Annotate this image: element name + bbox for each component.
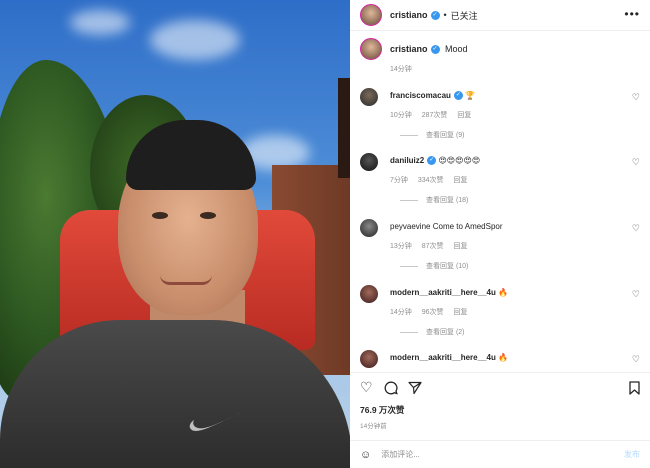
comment-username[interactable]: franciscomacau xyxy=(390,91,451,100)
comment-line: daniluiz2 ✓ 😍😍😍😍😍 xyxy=(390,156,481,166)
heart-icon[interactable]: ♡ xyxy=(632,289,640,300)
follow-status[interactable]: 已关注 xyxy=(451,9,478,22)
avatar[interactable] xyxy=(360,350,378,368)
view-replies-button[interactable]: 查看回复 (18) xyxy=(400,195,468,205)
caption-text: cristiano ✓ Mood xyxy=(390,38,468,60)
post-image[interactable] xyxy=(0,0,350,468)
post-header: cristiano ✓ • 已关注 ••• xyxy=(350,0,650,31)
verified-badge-icon: ✓ xyxy=(430,10,440,20)
comment-username[interactable]: peyvaevine xyxy=(390,222,430,231)
avatar[interactable] xyxy=(360,4,382,26)
separator-dot: • xyxy=(443,10,447,20)
cloud xyxy=(150,20,240,60)
add-comment-bar: ☺ 添加评论... 发布 xyxy=(350,440,650,468)
caption-time: 14分钟 xyxy=(390,66,412,73)
comment-likes[interactable]: 87次赞 xyxy=(422,243,444,250)
share-icon[interactable] xyxy=(408,381,422,395)
heart-icon[interactable]: ♡ xyxy=(632,157,640,168)
divider-line xyxy=(400,134,418,136)
comment-line: peyvaevine Come to AmedSpor xyxy=(390,222,503,231)
header-username[interactable]: cristiano xyxy=(390,10,428,20)
post-button[interactable]: 发布 xyxy=(624,449,640,460)
comment-input[interactable]: 添加评论... xyxy=(381,449,624,460)
comment-text: 🔥 xyxy=(498,288,509,297)
house-edge xyxy=(338,78,350,178)
caption-body: Mood xyxy=(445,44,468,54)
avatar[interactable] xyxy=(360,88,378,106)
verified-badge-icon: ✓ xyxy=(430,45,440,55)
comment: daniluiz2 ✓ 😍😍😍😍😍 ♡ 7分钟 334次赞 回复 查看回复 (18… xyxy=(360,153,645,213)
mouth xyxy=(160,275,212,285)
divider-line xyxy=(400,199,418,201)
comment-meta: 7分钟 334次赞 回复 xyxy=(390,175,476,185)
caption-username[interactable]: cristiano xyxy=(390,44,428,54)
cloud xyxy=(70,10,130,35)
avatar[interactable] xyxy=(360,219,378,237)
view-replies-label: 查看回复 (9) xyxy=(426,132,465,139)
comment-line: modern__aakriti__here__4u 🔥 xyxy=(390,288,508,297)
view-replies-label: 查看回复 (2) xyxy=(426,329,465,336)
divider-line xyxy=(400,331,418,333)
comment-text: 🏆 xyxy=(465,91,476,100)
comment-text: 🔥 xyxy=(498,353,509,362)
comment-time: 10分钟 xyxy=(390,112,412,119)
right-eye xyxy=(200,212,216,219)
comment-line: franciscomacau ✓ 🏆 xyxy=(390,91,476,101)
posted-time: 14分钟前 xyxy=(360,423,387,430)
comment-text: 😍😍😍😍😍 xyxy=(438,156,481,165)
view-replies-button[interactable]: 查看回复 (9) xyxy=(400,130,465,140)
comment-time: 14分钟 xyxy=(390,309,412,316)
heart-icon[interactable]: ♡ xyxy=(632,223,640,234)
reply-button[interactable]: 回复 xyxy=(457,112,471,119)
view-replies-button[interactable]: 查看回复 (2) xyxy=(400,327,465,337)
view-replies-label: 查看回复 (10) xyxy=(426,263,469,270)
comment-text: Come to AmedSpor xyxy=(432,222,503,231)
more-dots-icon[interactable]: ••• xyxy=(624,8,640,20)
heart-icon[interactable]: ♡ xyxy=(632,92,640,103)
comment-time: 13分钟 xyxy=(390,243,412,250)
comment-icon[interactable] xyxy=(384,381,398,395)
smiley-icon[interactable]: ☺ xyxy=(360,449,371,461)
reply-button[interactable]: 回复 xyxy=(454,309,468,316)
nike-swoosh-logo xyxy=(189,412,242,431)
verified-badge-icon: ✓ xyxy=(427,156,437,166)
likes-count[interactable]: 76.9 万次赞 xyxy=(360,404,404,416)
comment-meta: 14分钟 96次赞 回复 xyxy=(390,307,476,317)
avatar[interactable] xyxy=(360,38,382,60)
bookmark-icon[interactable] xyxy=(629,381,640,395)
post-details-panel: cristiano ✓ • 已关注 ••• cristiano ✓ Mood 14… xyxy=(350,0,650,468)
comment: modern__aakriti__here__4u 🔥 ♡ 14分钟 96次赞 … xyxy=(360,285,645,345)
comment-username[interactable]: modern__aakriti__here__4u xyxy=(390,353,496,362)
comment-meta: 13分钟 87次赞 回复 xyxy=(390,241,476,251)
comment: franciscomacau ✓ 🏆 ♡ 10分钟 287次赞 回复 查看回复 (… xyxy=(360,88,645,148)
view-replies-label: 查看回复 (18) xyxy=(426,197,469,204)
comment-username[interactable]: modern__aakriti__here__4u xyxy=(390,288,496,297)
comment-likes[interactable]: 96次赞 xyxy=(422,309,444,316)
divider-line xyxy=(400,265,418,267)
comment-likes[interactable]: 287次赞 xyxy=(422,112,448,119)
heart-icon[interactable]: ♡ xyxy=(360,380,373,394)
comment: peyvaevine Come to AmedSpor ♡ 13分钟 87次赞 … xyxy=(360,219,645,279)
comment-likes[interactable]: 334次赞 xyxy=(418,177,444,184)
reply-button[interactable]: 回复 xyxy=(454,177,468,184)
comment: modern__aakriti__here__4u 🔥 ♡ xyxy=(360,350,645,370)
avatar[interactable] xyxy=(360,285,378,303)
comment-time: 7分钟 xyxy=(390,177,408,184)
avatar[interactable] xyxy=(360,153,378,171)
view-replies-button[interactable]: 查看回复 (10) xyxy=(400,261,468,271)
caption: cristiano ✓ Mood xyxy=(360,38,645,60)
action-bar: ♡ xyxy=(350,372,650,402)
left-eye xyxy=(152,212,168,219)
comment-username[interactable]: daniluiz2 xyxy=(390,156,424,165)
comment-line: modern__aakriti__here__4u 🔥 xyxy=(390,353,508,362)
reply-button[interactable]: 回复 xyxy=(454,243,468,250)
comment-meta: 10分钟 287次赞 回复 xyxy=(390,110,479,120)
verified-badge-icon: ✓ xyxy=(453,91,463,101)
heart-icon[interactable]: ♡ xyxy=(632,354,640,365)
